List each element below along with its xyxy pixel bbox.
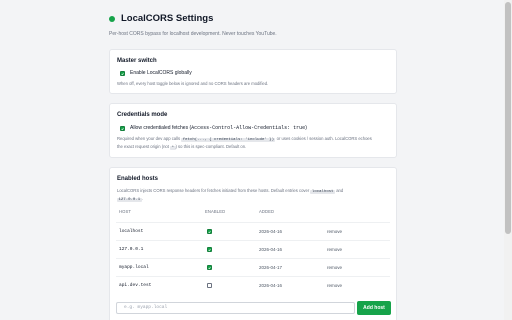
- host-added-date: 2026-04-16: [259, 283, 283, 288]
- remove-host-link[interactable]: remove: [327, 283, 342, 288]
- credentials-hint-part-3: the exact request origin (not: [117, 143, 169, 149]
- credentials-hint: Required when your dev app calls fetch(.…: [117, 136, 372, 151]
- credentials-label-suffix: ): [305, 125, 307, 131]
- column-header-enabled: ENABLED: [205, 209, 226, 214]
- host-added-date: 2026-04-16: [259, 247, 283, 252]
- master-switch-checkbox[interactable]: [120, 71, 125, 76]
- master-switch-hint: When off, every host toggle below is ign…: [117, 81, 269, 86]
- page-header: LocalCORS Settings: [109, 13, 213, 24]
- table-row: 127.0.0.1 2026-04-16 remove: [116, 240, 390, 258]
- host-name: api.dev.test: [119, 283, 152, 288]
- table-row: api.dev.test 2026-04-16 remove: [116, 276, 390, 294]
- host-enabled-checkbox[interactable]: [207, 265, 212, 270]
- page-title: LocalCORS Settings: [121, 13, 214, 24]
- credentials-card: Credentials mode Allow credentialed fetc…: [109, 103, 397, 158]
- scrollbar-track[interactable]: [504, 0, 512, 320]
- new-host-input[interactable]: e.g. myapp.local: [116, 302, 355, 314]
- enabled-hosts-title: Enabled hosts: [117, 176, 159, 182]
- host-added-date: 2026-04-17: [259, 265, 283, 270]
- credentials-fetch-chip: fetch(..., { credentials: 'include' }): [181, 138, 276, 142]
- add-host-button[interactable]: Add host: [357, 301, 391, 315]
- scrollbar-thumb[interactable]: [505, 2, 511, 234]
- remove-host-link[interactable]: remove: [327, 229, 342, 234]
- hosts-desc-part-1: LocalCORS injects CORS response headers …: [117, 188, 310, 193]
- localhost-chip: localhost: [310, 190, 336, 194]
- host-name: 127.0.0.1: [119, 247, 144, 252]
- host-enabled-checkbox[interactable]: [207, 283, 212, 288]
- credentials-label-prefix: Allow credentialed fetches (: [130, 125, 192, 131]
- column-header-host: HOST: [119, 209, 132, 214]
- checkmark-icon: [208, 230, 211, 233]
- host-name: localhost: [119, 229, 144, 234]
- credentials-label: Allow credentialed fetches (Access-Contr…: [130, 125, 307, 131]
- remove-host-link[interactable]: remove: [327, 265, 342, 270]
- credentials-checkbox[interactable]: [120, 126, 125, 131]
- credentials-header-code: Access-Control-Allow-Credentials: true: [191, 125, 306, 131]
- checkmark-icon: [121, 127, 124, 130]
- master-switch-title: Master switch: [117, 58, 157, 64]
- checkmark-icon: [121, 72, 124, 75]
- credentials-hint-part-1: Required when your dev app calls: [117, 136, 181, 141]
- hosts-desc-part-2: and: [336, 188, 344, 193]
- master-switch-label: Enable LocalCORS globally: [130, 70, 192, 76]
- remove-host-link[interactable]: remove: [327, 247, 342, 252]
- enabled-hosts-description: LocalCORS injects CORS response headers …: [117, 188, 343, 203]
- status-dot-icon: [109, 15, 115, 22]
- master-switch-card: Master switch Enable LocalCORS globally …: [109, 49, 397, 94]
- checkmark-icon: [208, 248, 211, 251]
- credentials-title: Credentials mode: [117, 112, 168, 118]
- checkmark-icon: [208, 266, 211, 269]
- credentials-hint-part-2: or uses cookies / session auth. LocalCOR…: [276, 136, 372, 141]
- hosts-desc-part-3: .: [141, 195, 143, 201]
- host-enabled-checkbox[interactable]: [207, 229, 212, 234]
- column-header-added: ADDED: [259, 209, 275, 214]
- host-added-date: 2026-04-16: [259, 229, 283, 234]
- host-name: myapp.local: [119, 265, 149, 270]
- page-subtitle: Per-host CORS bypass for localhost devel…: [109, 31, 277, 37]
- loopback-chip: 127.0.0.1: [117, 197, 142, 202]
- table-row: localhost 2026-04-16 remove: [116, 222, 390, 240]
- host-enabled-checkbox[interactable]: [207, 247, 212, 252]
- table-row: myapp.local 2026-04-17 remove: [116, 258, 390, 276]
- credentials-hint-part-4: ) so this is spec-compliant. Default on.: [175, 143, 247, 149]
